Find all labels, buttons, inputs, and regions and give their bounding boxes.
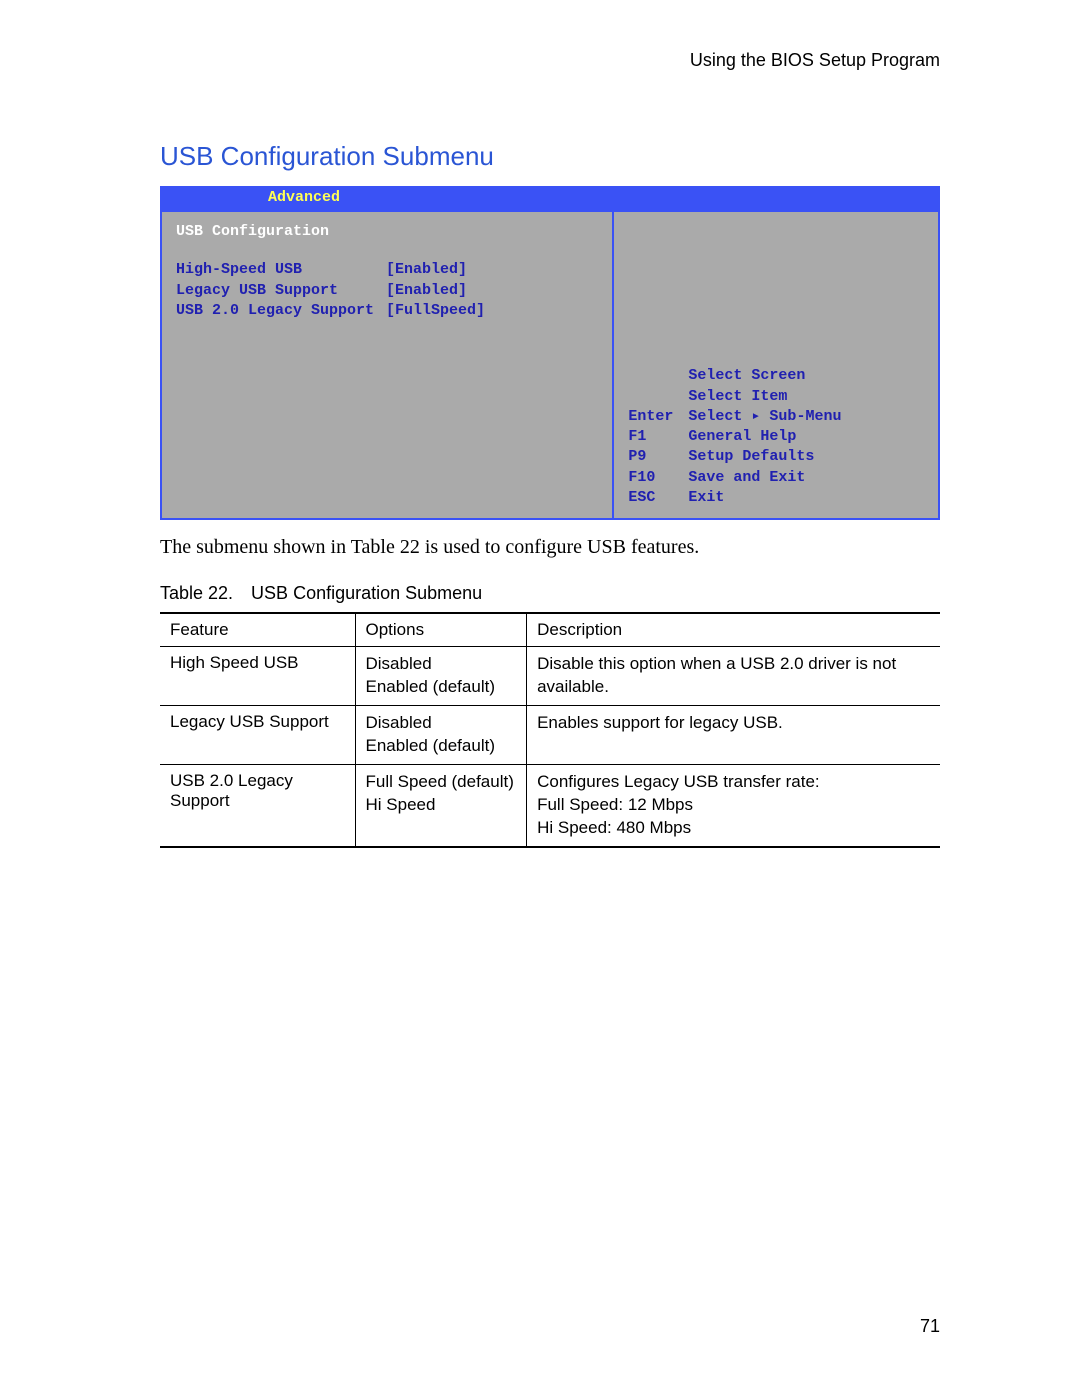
bios-menubar: Advanced — [160, 186, 940, 210]
bios-setting-row: Legacy USB Support[Enabled] — [176, 281, 598, 301]
bios-help-desc: Save and Exit — [688, 468, 805, 488]
bios-setting-value: [Enabled] — [386, 281, 467, 301]
description-line: Hi Speed: 480 Mbps — [537, 817, 930, 840]
cell-description: Disable this option when a USB 2.0 drive… — [527, 647, 940, 706]
bios-help-row: P9Setup Defaults — [628, 447, 924, 467]
description-line: Disable this option when a USB 2.0 drive… — [537, 653, 930, 699]
option-line: Hi Speed — [366, 794, 517, 817]
cell-description: Configures Legacy USB transfer rate:Full… — [527, 764, 940, 846]
bios-help-desc: Select Item — [688, 387, 787, 407]
bios-setting-label: High-Speed USB — [176, 260, 386, 280]
bios-help-pane: Select ScreenSelect ItemEnterSelect ▸ Su… — [612, 210, 940, 520]
bios-help-row: EnterSelect ▸ Sub-Menu — [628, 407, 924, 427]
description-line: Full Speed: 12 Mbps — [537, 794, 930, 817]
th-description: Description — [527, 613, 940, 647]
page-number: 71 — [920, 1316, 940, 1337]
table-row: Legacy USB SupportDisabledEnabled (defau… — [160, 705, 940, 764]
table-row: USB 2.0 Legacy SupportFull Speed (defaul… — [160, 764, 940, 846]
bios-setting-label: Legacy USB Support — [176, 281, 386, 301]
bios-help-desc: General Help — [688, 427, 796, 447]
cell-options: Full Speed (default)Hi Speed — [355, 764, 527, 846]
bios-help-row: Select Item — [628, 387, 924, 407]
bios-help-key: F1 — [628, 427, 688, 447]
description-line: Enables support for legacy USB. — [537, 712, 930, 735]
bios-setting-value: [FullSpeed] — [386, 301, 485, 321]
bios-help-key — [628, 366, 688, 386]
bios-help-desc: Exit — [688, 488, 724, 508]
bios-help-row: F10Save and Exit — [628, 468, 924, 488]
bios-help-row: ESCExit — [628, 488, 924, 508]
bios-screenshot: Advanced USB Configuration High-Speed US… — [160, 186, 940, 520]
features-table: Feature Options Description High Speed U… — [160, 612, 940, 848]
bios-setting-value: [Enabled] — [386, 260, 467, 280]
bios-help-row: F1General Help — [628, 427, 924, 447]
bios-help-key — [628, 387, 688, 407]
option-line: Disabled — [366, 653, 517, 676]
bios-left-pane: USB Configuration High-Speed USB[Enabled… — [160, 210, 612, 520]
cell-feature: Legacy USB Support — [160, 705, 355, 764]
table-row: High Speed USBDisabledEnabled (default)D… — [160, 647, 940, 706]
bios-setting-row: High-Speed USB[Enabled] — [176, 260, 598, 280]
cell-feature: High Speed USB — [160, 647, 355, 706]
bios-setting-row: USB 2.0 Legacy Support[FullSpeed] — [176, 301, 598, 321]
bios-help-key: Enter — [628, 407, 688, 427]
th-feature: Feature — [160, 613, 355, 647]
bios-help-row: Select Screen — [628, 366, 924, 386]
option-line: Enabled (default) — [366, 676, 517, 699]
table-caption: Table 22. USB Configuration Submenu — [160, 583, 940, 604]
bios-help-desc: Setup Defaults — [688, 447, 814, 467]
option-line: Full Speed (default) — [366, 771, 517, 794]
bios-help-key: F10 — [628, 468, 688, 488]
cell-options: DisabledEnabled (default) — [355, 647, 527, 706]
bios-tab-advanced: Advanced — [260, 188, 348, 208]
option-line: Enabled (default) — [366, 735, 517, 758]
bios-setting-label: USB 2.0 Legacy Support — [176, 301, 386, 321]
bios-help-desc: Select Screen — [688, 366, 805, 386]
th-options: Options — [355, 613, 527, 647]
cell-options: DisabledEnabled (default) — [355, 705, 527, 764]
bios-submenu-title: USB Configuration — [176, 222, 598, 242]
running-header: Using the BIOS Setup Program — [160, 50, 940, 71]
table-header-row: Feature Options Description — [160, 613, 940, 647]
bios-help-desc: Select ▸ Sub-Menu — [688, 407, 841, 427]
cell-feature: USB 2.0 Legacy Support — [160, 764, 355, 846]
description-line: Configures Legacy USB transfer rate: — [537, 771, 930, 794]
paragraph: The submenu shown in Table 22 is used to… — [160, 536, 940, 559]
bios-help-key: P9 — [628, 447, 688, 467]
option-line: Disabled — [366, 712, 517, 735]
section-title: USB Configuration Submenu — [160, 141, 940, 172]
bios-help-key: ESC — [628, 488, 688, 508]
cell-description: Enables support for legacy USB. — [527, 705, 940, 764]
